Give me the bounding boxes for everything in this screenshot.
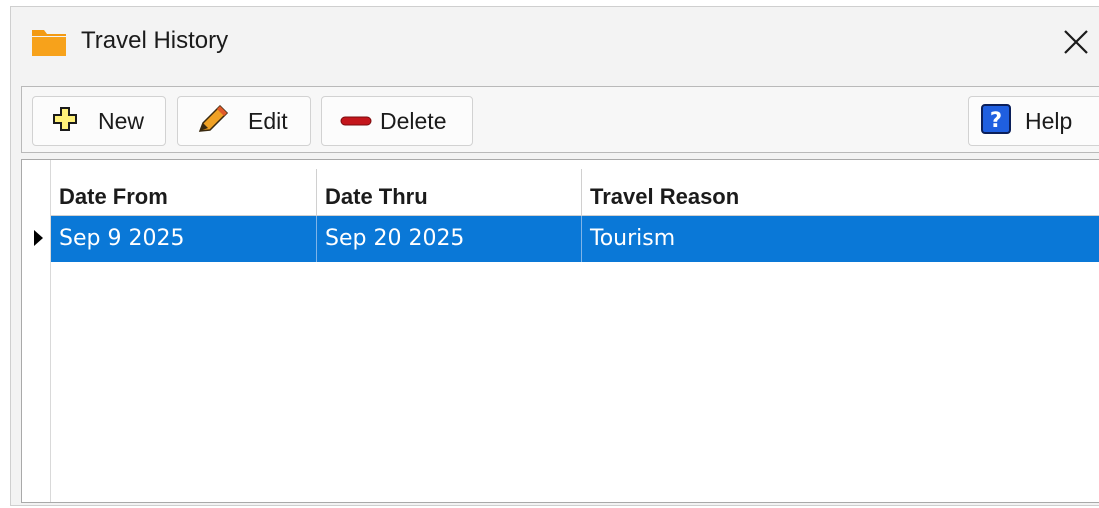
edit-button[interactable]: Edit: [177, 96, 311, 146]
travel-history-window: Travel History New Edit Delete ? Help Da…: [10, 6, 1099, 506]
cell-date-from[interactable]: Sep 9 2025: [51, 216, 317, 262]
help-button[interactable]: ? Help: [968, 96, 1099, 146]
new-button[interactable]: New: [32, 96, 166, 146]
window-title: Travel History: [81, 27, 229, 54]
row-indicator-column: [22, 160, 51, 502]
cell-date-thru[interactable]: Sep 20 2025: [317, 216, 582, 262]
title-bar: Travel History: [11, 7, 1099, 81]
column-header-date-from[interactable]: Date From: [51, 169, 317, 216]
question-icon: ?: [981, 104, 1011, 138]
delete-label: Delete: [380, 107, 447, 134]
help-label: Help: [1025, 107, 1073, 134]
plus-icon: [53, 107, 77, 135]
column-header-date-thru[interactable]: Date Thru: [317, 169, 582, 216]
current-row-arrow-icon: [34, 230, 43, 246]
toolbar: New Edit Delete ? Help: [21, 86, 1099, 153]
cell-travel-reason[interactable]: Tourism: [582, 216, 1099, 262]
folder-icon: [31, 27, 67, 57]
edit-label: Edit: [248, 107, 288, 134]
grid-header: Date From Date Thru Travel Reason: [51, 169, 1099, 216]
table-row[interactable]: Sep 9 2025 Sep 20 2025 Tourism: [51, 216, 1099, 262]
close-icon: [1064, 30, 1088, 54]
minus-icon: [340, 112, 372, 131]
pencil-icon: [196, 104, 230, 138]
svg-text:?: ?: [990, 108, 1002, 132]
delete-button[interactable]: Delete: [321, 96, 473, 146]
column-header-travel-reason[interactable]: Travel Reason: [582, 169, 1099, 216]
close-button[interactable]: [1053, 19, 1099, 63]
travel-history-grid[interactable]: Date From Date Thru Travel Reason Sep 9 …: [21, 159, 1099, 503]
new-label: New: [98, 107, 145, 134]
